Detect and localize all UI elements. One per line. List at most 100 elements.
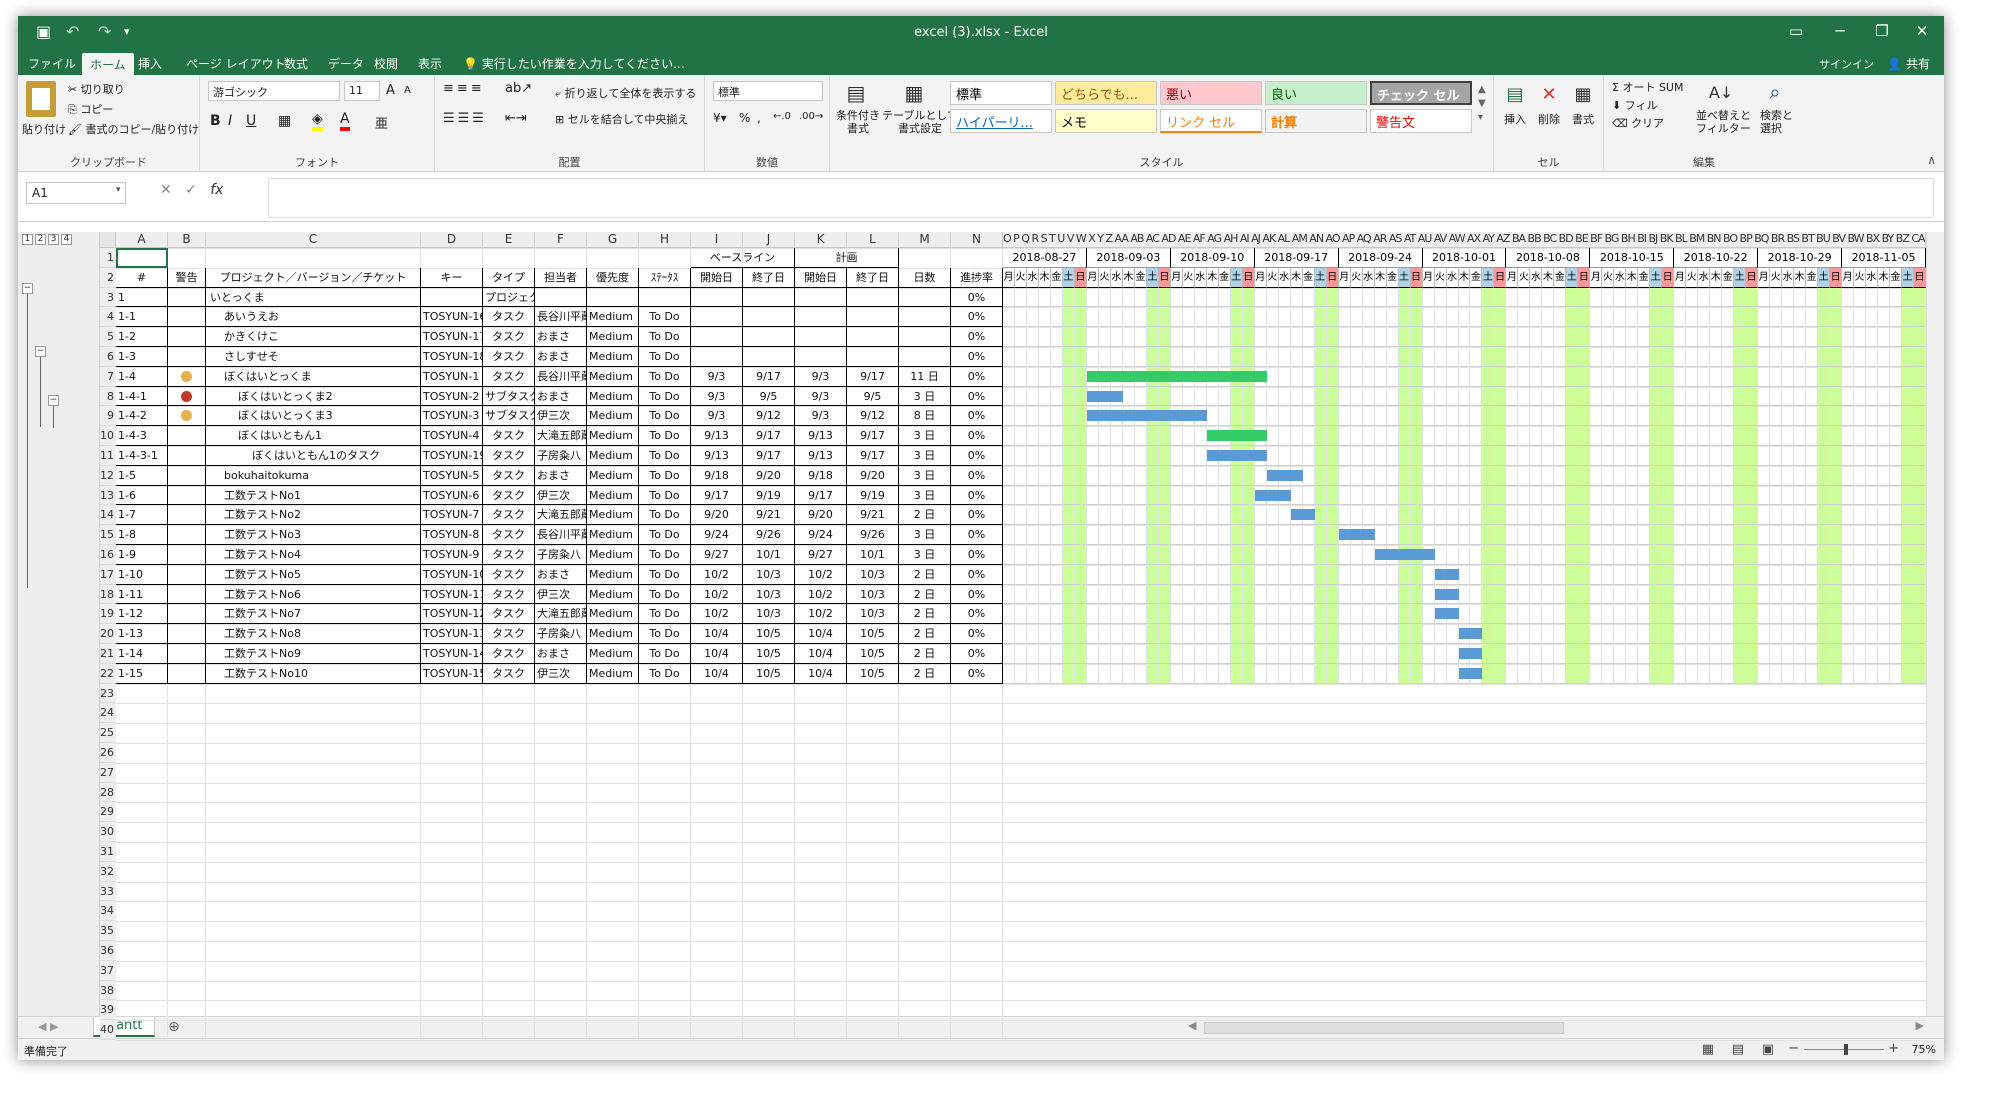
style-bad[interactable]: 悪い (1160, 81, 1262, 105)
table-cell[interactable]: Medium (587, 584, 639, 605)
table-cell[interactable]: TOSYUN-4 (421, 426, 483, 446)
table-cell[interactable]: TOSYUN-5 (421, 465, 483, 486)
table-cell[interactable]: 1-4-2 (116, 406, 168, 427)
table-cell[interactable]: タスク (483, 584, 535, 605)
outline-level-3[interactable]: 3 (48, 234, 59, 245)
table-cell[interactable]: 10/3 (847, 564, 899, 585)
style-calculation[interactable]: 計算 (1265, 109, 1367, 133)
gantt-bar[interactable] (1086, 410, 1207, 422)
table-cell[interactable]: To Do (639, 663, 691, 684)
table-cell[interactable]: 9/17 (847, 446, 899, 466)
style-warning-text[interactable]: 警告文 (1370, 109, 1472, 133)
table-cell[interactable]: ぼくはいとっくま3 (206, 406, 421, 427)
table-cell[interactable]: 工数テストNo3 (206, 525, 421, 545)
table-cell[interactable]: タスク (483, 525, 535, 545)
table-cell[interactable]: 子房粂八 (535, 446, 587, 466)
table-cell[interactable]: Medium (587, 485, 639, 506)
table-cell[interactable]: 10/5 (847, 663, 899, 684)
row-header[interactable]: 40 (100, 1020, 116, 1040)
gantt-bar[interactable] (1254, 489, 1291, 501)
font-color-icon[interactable]: A (340, 111, 350, 131)
column-header[interactable]: E (483, 232, 535, 248)
table-cell[interactable]: 0% (951, 347, 1003, 367)
phonetic-icon[interactable]: 亜 (375, 113, 388, 132)
table-cell[interactable]: Medium (587, 604, 639, 625)
table-cell[interactable]: 2 日 (899, 624, 951, 644)
table-cell[interactable]: 9/24 (795, 525, 847, 545)
table-cell[interactable]: TOSYUN-7 (421, 505, 483, 526)
table-cell[interactable]: サブタスク (483, 386, 535, 407)
insert-cells-icon[interactable]: ▤ (1502, 81, 1528, 107)
insert-function-icon[interactable]: fx (210, 182, 223, 198)
increase-decimal-icon[interactable]: ←.0 (773, 111, 791, 122)
percent-icon[interactable]: % (739, 111, 750, 125)
tab-file[interactable]: ファイル (28, 55, 76, 72)
table-cell[interactable]: 9/5 (847, 386, 899, 407)
fill-color-icon[interactable]: ◈ (312, 111, 323, 131)
row-header[interactable]: 4 (100, 307, 116, 328)
table-cell[interactable]: 1-6 (116, 485, 168, 506)
table-cell[interactable]: 9/17 (847, 426, 899, 446)
table-cell[interactable]: 1-4 (116, 366, 168, 387)
table-cell[interactable] (743, 327, 795, 347)
maximize-icon[interactable]: ❐ (1862, 22, 1902, 40)
table-cell[interactable]: タスク (483, 644, 535, 664)
zoom-slider-thumb[interactable] (1844, 1044, 1848, 1055)
table-cell[interactable]: 10/2 (795, 604, 847, 625)
table-cell[interactable]: To Do (639, 624, 691, 644)
table-cell[interactable] (795, 327, 847, 347)
table-cell[interactable]: TOSYUN-2 (421, 386, 483, 407)
table-cell[interactable]: 10/4 (795, 624, 847, 644)
paste-button[interactable]: 貼り付け (22, 121, 66, 137)
table-cell[interactable]: 伊三次 (535, 485, 587, 506)
table-cell[interactable]: To Do (639, 545, 691, 565)
search-icon[interactable]: ⌕ (1762, 79, 1788, 105)
borders-icon[interactable]: ▦ (278, 113, 291, 129)
table-cell[interactable] (168, 604, 206, 625)
comma-icon[interactable]: , (757, 111, 761, 125)
table-cell[interactable]: Medium (587, 564, 639, 585)
table-cell[interactable]: TOSYUN-13 (421, 624, 483, 644)
table-cell[interactable]: 3 日 (899, 386, 951, 407)
row-header[interactable]: 15 (100, 525, 116, 545)
table-cell[interactable]: 0% (951, 406, 1003, 427)
table-cell[interactable]: 工数テストNo6 (206, 584, 421, 605)
column-header[interactable]: K (795, 232, 847, 248)
table-cell[interactable]: タスク (483, 505, 535, 526)
row-header[interactable]: 25 (100, 723, 116, 743)
table-cell[interactable] (795, 347, 847, 367)
row-header[interactable]: 33 (100, 881, 116, 902)
table-cell[interactable] (743, 347, 795, 367)
table-cell[interactable]: 9/26 (743, 525, 795, 545)
table-cell[interactable]: 10/2 (691, 564, 743, 585)
table-cell[interactable] (168, 644, 206, 664)
table-cell[interactable]: To Do (639, 307, 691, 328)
table-cell[interactable]: おまさ (535, 564, 587, 585)
table-cell[interactable]: 1-8 (116, 525, 168, 545)
table-cell[interactable]: TOSYUN-10 (421, 564, 483, 585)
table-cell[interactable]: タスク (483, 426, 535, 446)
sheet-nav-arrows[interactable]: ◀ ▶ (38, 1020, 58, 1033)
table-cell[interactable] (639, 287, 691, 308)
table-cell[interactable]: 伊三次 (535, 406, 587, 427)
table-cell[interactable]: 9/3 (795, 366, 847, 387)
table-cell[interactable]: タスク (483, 663, 535, 684)
format-table-button[interactable]: テーブルとして 書式設定 (882, 109, 958, 135)
table-cell[interactable]: 9/17 (691, 485, 743, 506)
tell-me-search[interactable]: 💡 実行したい作業を入力してください... (463, 55, 685, 72)
table-cell[interactable]: 9/3 (691, 366, 743, 387)
table-cell[interactable] (168, 406, 206, 427)
table-cell[interactable]: Medium (587, 327, 639, 347)
table-cell[interactable] (899, 327, 951, 347)
table-cell[interactable]: 3 日 (899, 446, 951, 466)
column-header[interactable]: J (743, 232, 795, 248)
new-sheet-icon[interactable]: ⊕ (168, 1019, 180, 1035)
gantt-bar[interactable] (1206, 450, 1267, 461)
table-cell[interactable]: 9/27 (795, 545, 847, 565)
table-cell[interactable]: 9/13 (795, 426, 847, 446)
minimize-icon[interactable]: ─ (1820, 22, 1860, 40)
table-cell[interactable]: かきくけこ (206, 327, 421, 347)
table-cell[interactable]: 9/18 (691, 465, 743, 486)
table-cell[interactable]: 0% (951, 584, 1003, 605)
column-header[interactable]: C (206, 232, 421, 248)
